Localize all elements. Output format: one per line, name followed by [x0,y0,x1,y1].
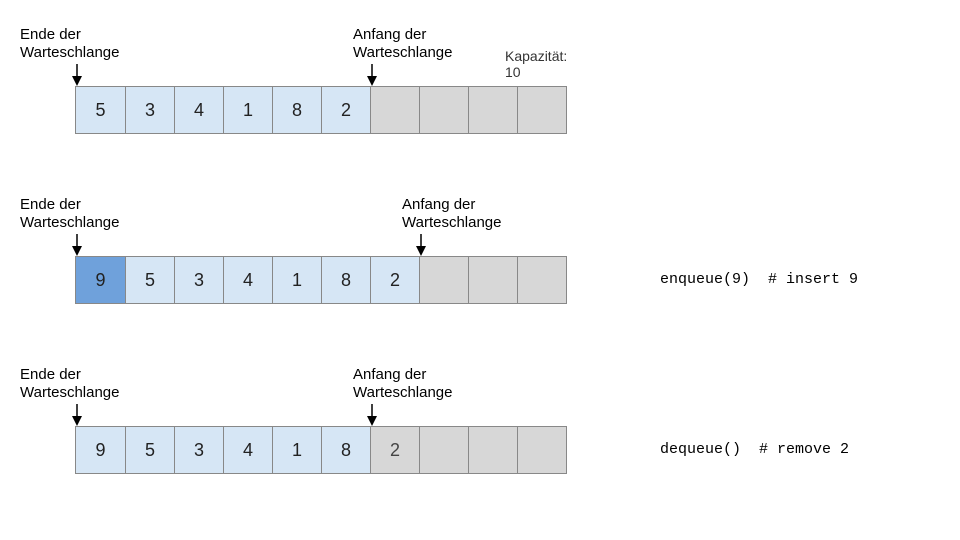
queue-cell: 3 [174,427,223,473]
queue-cell [517,87,566,133]
queue-cell: 8 [321,257,370,303]
queue-cell: 8 [321,427,370,473]
head-arrow-icon [365,404,379,426]
operation-code: enqueue(9) # insert 9 [660,271,858,288]
queue-cell: 4 [223,257,272,303]
queue-cell [517,427,566,473]
queue-cell: 5 [125,427,174,473]
head-arrow-icon [414,234,428,256]
queue-cell: 2 [321,87,370,133]
queue-row: 9534182 [75,426,567,474]
capacity-label: Kapazität: 10 [505,48,567,80]
queue-cell [419,257,468,303]
tail-arrow-icon [70,234,84,256]
queue-cell: 2 [370,427,419,473]
queue-cell: 9 [76,427,125,473]
queue-cell [468,87,517,133]
head-label: Anfang der Warteschlange [402,196,502,232]
queue-cell [468,427,517,473]
queue-cell: 5 [125,257,174,303]
queue-cell: 4 [174,87,223,133]
queue-cell: 1 [223,87,272,133]
tail-label: Ende der Warteschlange [20,196,120,232]
queue-row: 534182 [75,86,567,134]
queue-cell [419,427,468,473]
tail-arrow-icon [70,64,84,86]
tail-label: Ende der Warteschlange [20,366,120,402]
queue-row: 9534182 [75,256,567,304]
queue-cell: 9 [76,257,125,303]
queue-cell: 8 [272,87,321,133]
queue-cell: 2 [370,257,419,303]
tail-arrow-icon [70,404,84,426]
queue-cell [468,257,517,303]
head-arrow-icon [365,64,379,86]
queue-cell: 1 [272,257,321,303]
tail-label: Ende der Warteschlange [20,26,120,62]
operation-code: dequeue() # remove 2 [660,441,849,458]
queue-cell [517,257,566,303]
head-label: Anfang der Warteschlange [353,366,453,402]
queue-cell: 1 [272,427,321,473]
head-label: Anfang der Warteschlange [353,26,453,62]
queue-cell: 3 [125,87,174,133]
queue-cell: 5 [76,87,125,133]
queue-cell: 4 [223,427,272,473]
queue-cell [419,87,468,133]
queue-cell: 3 [174,257,223,303]
queue-cell [370,87,419,133]
